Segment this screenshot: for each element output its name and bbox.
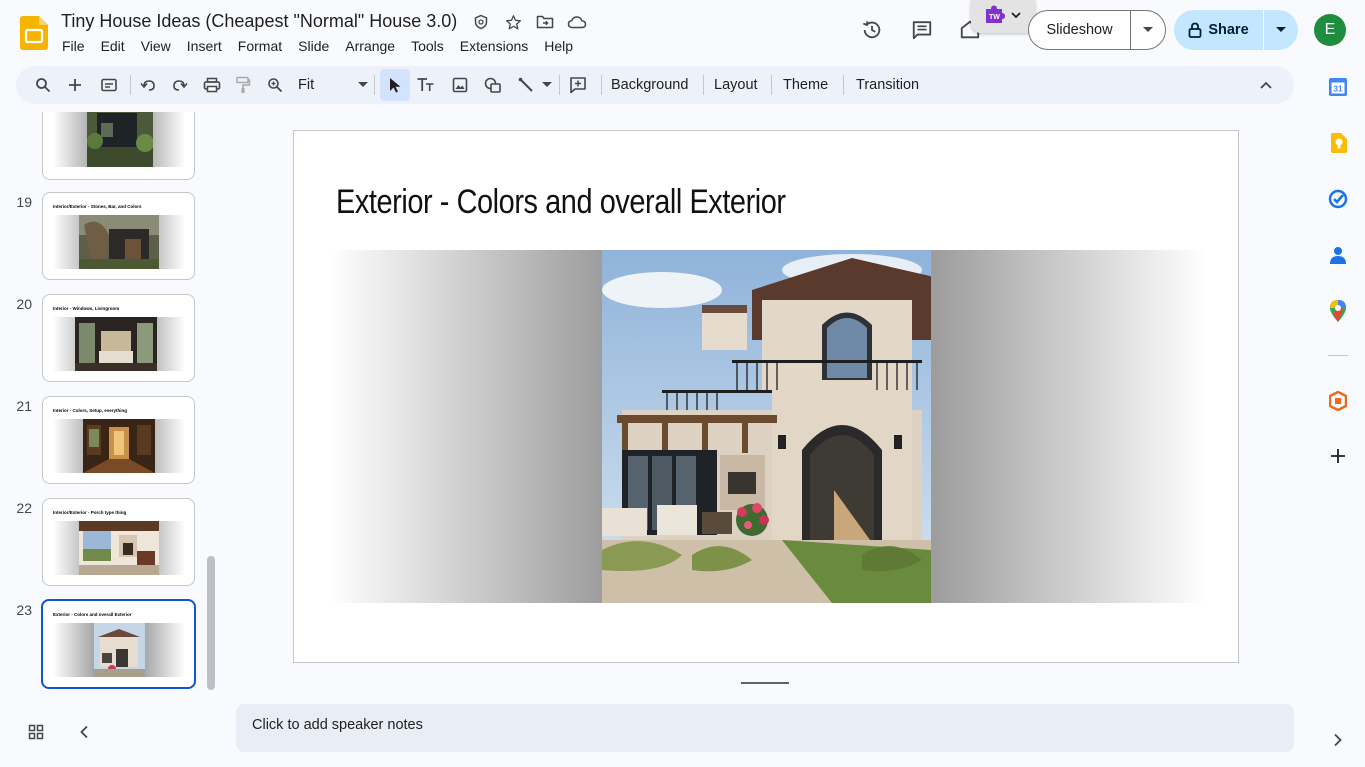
lock-icon bbox=[1188, 22, 1202, 38]
tasks-icon[interactable] bbox=[1326, 187, 1350, 211]
contacts-icon[interactable] bbox=[1326, 243, 1350, 267]
comments-icon[interactable] bbox=[902, 10, 942, 50]
slideshow-dropdown[interactable] bbox=[1131, 11, 1165, 49]
slide-thumbnail[interactable]: Interior - Windows, Livingroom bbox=[42, 294, 195, 382]
svg-text:TW: TW bbox=[989, 14, 1000, 21]
calendar-icon[interactable]: 31 bbox=[1326, 75, 1350, 99]
shape-icon[interactable] bbox=[481, 73, 505, 97]
undo-icon[interactable] bbox=[136, 73, 160, 97]
slide-number: 20 bbox=[16, 296, 32, 312]
caret-down-icon bbox=[1276, 27, 1286, 32]
side-panel-divider bbox=[1328, 355, 1348, 356]
zoom-value: Fit bbox=[298, 77, 315, 93]
chevron-down-icon[interactable] bbox=[1010, 8, 1022, 26]
slide-number: 21 bbox=[16, 398, 32, 414]
zoom-select[interactable]: Fit bbox=[298, 73, 368, 97]
layout-button[interactable]: Layout bbox=[714, 73, 758, 97]
background-button[interactable]: Background bbox=[611, 73, 688, 97]
thumbnail-title: Interior/Exterior - Stones, Bar, and Col… bbox=[53, 204, 142, 209]
line-icon[interactable] bbox=[514, 73, 538, 97]
cloud-saved-icon[interactable] bbox=[567, 12, 587, 32]
new-slide-layout-icon[interactable] bbox=[97, 73, 121, 97]
text-box-icon[interactable] bbox=[414, 73, 438, 97]
thumbnail-title: Exterior - Colors and overall Exterior bbox=[53, 612, 132, 617]
menu-help[interactable]: Help bbox=[544, 38, 581, 54]
document-title[interactable]: Tiny House Ideas (Cheapest "Normal" Hous… bbox=[61, 11, 457, 32]
share-button[interactable]: Share bbox=[1174, 10, 1298, 50]
avatar[interactable]: E bbox=[1314, 14, 1346, 46]
spam-shield-icon[interactable] bbox=[471, 12, 491, 32]
slide-thumbnail[interactable]: Interior - Colors, Setup, everything bbox=[42, 396, 195, 484]
new-slide-icon[interactable] bbox=[63, 73, 87, 97]
caret-down-icon bbox=[358, 82, 368, 87]
thumbnail-image bbox=[79, 521, 159, 575]
slide-house-photo[interactable] bbox=[602, 250, 931, 603]
filmstrip: 19 Interior/Exterior - Stones, Bar, and … bbox=[0, 112, 220, 702]
office-addon-icon[interactable] bbox=[1326, 389, 1350, 413]
menu-tools[interactable]: Tools bbox=[411, 38, 452, 54]
slideshow-label[interactable]: Slideshow bbox=[1029, 11, 1131, 49]
thumbnail-image bbox=[79, 215, 159, 269]
filmstrip-scrollbar[interactable] bbox=[207, 556, 215, 690]
slide-thumbnail-selected[interactable]: Exterior - Colors and overall Exterior bbox=[41, 599, 196, 689]
thumbnail-title: Interior - Windows, Livingroom bbox=[53, 306, 120, 311]
zoom-icon[interactable] bbox=[263, 73, 287, 97]
thumbnail-image bbox=[83, 419, 155, 473]
thumbnail-title: Interior/Exterior - Porch type thing bbox=[53, 510, 127, 515]
caret-down-icon bbox=[542, 82, 552, 87]
menu-format[interactable]: Format bbox=[238, 38, 290, 54]
share-dropdown[interactable] bbox=[1264, 10, 1298, 50]
thumbnail-image bbox=[75, 317, 157, 371]
slide-number: 19 bbox=[16, 194, 32, 210]
menu-view[interactable]: View bbox=[141, 38, 179, 54]
transition-button[interactable]: Transition bbox=[856, 73, 919, 97]
search-menus-icon[interactable] bbox=[31, 73, 55, 97]
maps-icon[interactable] bbox=[1326, 299, 1350, 323]
extension-puzzle-icon[interactable]: TW bbox=[984, 4, 1006, 29]
collapse-toolbar-icon[interactable] bbox=[1254, 73, 1278, 97]
theme-button[interactable]: Theme bbox=[783, 73, 828, 97]
menu-slide[interactable]: Slide bbox=[298, 38, 337, 54]
slide-number: 23 bbox=[16, 602, 32, 618]
notes-resize-handle[interactable] bbox=[741, 682, 789, 684]
star-icon[interactable] bbox=[503, 12, 523, 32]
thumbnail-image bbox=[87, 112, 153, 167]
slide-number: 22 bbox=[16, 500, 32, 516]
menu-arrange[interactable]: Arrange bbox=[345, 38, 403, 54]
line-dropdown[interactable] bbox=[541, 73, 553, 97]
share-label: Share bbox=[1208, 22, 1249, 38]
slide-thumbnail[interactable] bbox=[42, 112, 195, 180]
move-folder-icon[interactable] bbox=[535, 12, 555, 32]
toolbar: Fit Background Layout Theme Transition bbox=[16, 66, 1294, 104]
menu-edit[interactable]: Edit bbox=[101, 38, 133, 54]
print-icon[interactable] bbox=[200, 73, 224, 97]
paint-format-icon[interactable] bbox=[231, 73, 255, 97]
slideshow-button[interactable]: Slideshow bbox=[1028, 10, 1166, 50]
keep-icon[interactable] bbox=[1326, 131, 1350, 155]
slide-canvas[interactable]: Exterior - Colors and overall Exterior bbox=[293, 130, 1239, 663]
add-comment-icon[interactable] bbox=[566, 73, 590, 97]
caret-down-icon bbox=[1143, 27, 1153, 32]
select-cursor-icon[interactable] bbox=[383, 73, 407, 97]
slide-thumbnail[interactable]: Interior/Exterior - Porch type thing bbox=[42, 498, 195, 586]
svg-text:31: 31 bbox=[1334, 85, 1343, 94]
collapse-filmstrip-icon[interactable] bbox=[72, 720, 96, 744]
insert-image-icon[interactable] bbox=[448, 73, 472, 97]
add-addon-icon[interactable] bbox=[1326, 444, 1350, 468]
menu-extensions[interactable]: Extensions bbox=[460, 38, 536, 54]
redo-icon[interactable] bbox=[168, 73, 192, 97]
menu-insert[interactable]: Insert bbox=[187, 38, 230, 54]
extension-popup[interactable]: TW bbox=[971, 0, 1035, 33]
version-history-icon[interactable] bbox=[852, 10, 892, 50]
menu-file[interactable]: File bbox=[62, 38, 93, 54]
slide-thumbnail[interactable]: Interior/Exterior - Stones, Bar, and Col… bbox=[42, 192, 195, 280]
slide-title[interactable]: Exterior - Colors and overall Exterior bbox=[336, 183, 786, 222]
grid-view-icon[interactable] bbox=[24, 720, 48, 744]
expand-side-panel-icon[interactable] bbox=[1326, 728, 1350, 752]
speaker-notes[interactable]: Click to add speaker notes bbox=[236, 704, 1294, 752]
slides-logo-icon[interactable] bbox=[20, 16, 48, 50]
thumbnail-title: Interior - Colors, Setup, everything bbox=[53, 408, 128, 413]
thumbnail-image bbox=[94, 623, 145, 677]
